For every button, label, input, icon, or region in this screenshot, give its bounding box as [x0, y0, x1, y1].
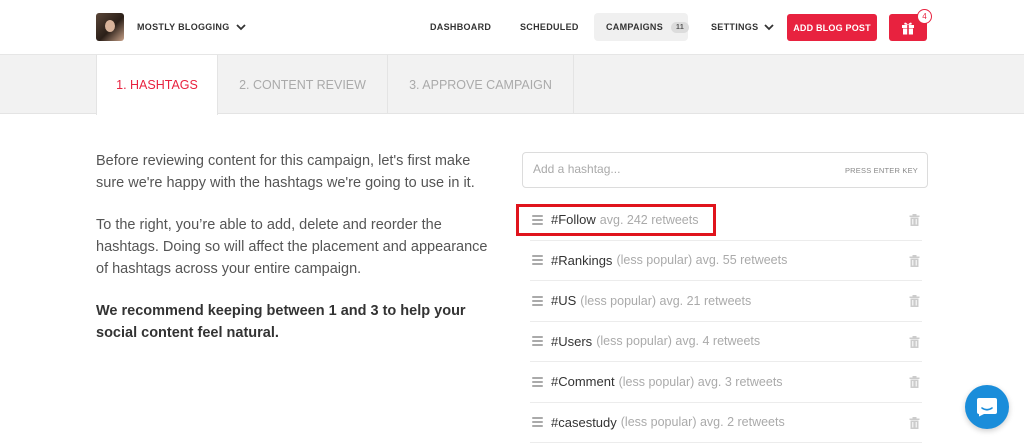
hashtag-stats: (less popular) avg. 2 retweets: [620, 415, 785, 430]
nav-campaigns[interactable]: CAMPAIGNS 11: [594, 13, 690, 41]
step-content-review[interactable]: 2. CONTENT REVIEW: [218, 55, 388, 114]
hashtag-stats: (less popular) avg. 21 retweets: [580, 293, 752, 308]
campaign-steps: 1. HASHTAGS 2. CONTENT REVIEW 3. APPROVE…: [0, 55, 1024, 115]
intro-text: Before reviewing content for this campai…: [96, 150, 496, 364]
hashtag-stats: (less popular) avg. 3 retweets: [618, 374, 783, 389]
chevron-down-icon: [235, 24, 246, 31]
trash-icon[interactable]: [909, 376, 920, 388]
gift-count-badge: 4: [917, 9, 932, 24]
trash-icon[interactable]: [909, 295, 920, 307]
hashtag-name: #Follow: [551, 212, 596, 228]
account-name: MOSTLY BLOGGING: [137, 22, 230, 32]
press-enter-hint: PRESS ENTER KEY: [844, 166, 918, 175]
drag-handle-icon[interactable]: [532, 376, 543, 387]
chevron-down-icon: [764, 24, 775, 31]
hashtag-name: #casestudy: [551, 414, 617, 430]
step-hashtags[interactable]: 1. HASHTAGS: [96, 55, 218, 115]
hashtag-name: #Rankings: [551, 252, 613, 268]
hashtag-name: #US: [551, 293, 577, 309]
hashtag-stats: (less popular) avg. 4 retweets: [596, 334, 761, 349]
intro-paragraph-2: To the right, you’re able to add, delete…: [96, 217, 488, 277]
account-switcher[interactable]: MOSTLY BLOGGING: [96, 13, 246, 41]
hashtag-name: #Users: [551, 333, 593, 349]
intro-recommendation: We recommend keeping between 1 and 3 to …: [96, 303, 466, 341]
trash-icon[interactable]: [909, 214, 920, 226]
trash-icon[interactable]: [909, 335, 920, 348]
trash-icon[interactable]: [909, 416, 920, 429]
nav-settings[interactable]: SETTINGS: [711, 13, 775, 41]
hashtag-row[interactable]: #Follow avg. 242 retweets: [530, 200, 922, 241]
hashtag-name: #Comment: [551, 374, 615, 390]
step-approve-campaign[interactable]: 3. APPROVE CAMPAIGN: [388, 55, 574, 114]
hashtag-row[interactable]: #US (less popular) avg. 21 retweets: [530, 281, 922, 322]
nav-settings-label: SETTINGS: [711, 22, 759, 32]
intro-paragraph-1: Before reviewing content for this campai…: [96, 153, 475, 191]
nav-scheduled[interactable]: SCHEDULED: [520, 13, 579, 41]
chat-icon: [977, 398, 997, 417]
hashtag-row[interactable]: #Comment (less popular) avg. 3 retweets: [530, 362, 922, 403]
hashtag-input-box: PRESS ENTER KEY: [522, 152, 928, 188]
hashtag-row[interactable]: #Rankings (less popular) avg. 55 retweet…: [530, 241, 922, 281]
hashtag-stats: avg. 242 retweets: [599, 212, 699, 227]
chat-button[interactable]: [965, 385, 1009, 429]
nav-dashboard[interactable]: DASHBOARD: [430, 13, 491, 41]
drag-handle-icon[interactable]: [532, 336, 543, 347]
trash-icon[interactable]: [909, 254, 920, 267]
hashtag-stats: (less popular) avg. 55 retweets: [616, 253, 788, 268]
drag-handle-icon[interactable]: [532, 255, 543, 266]
gift-icon: [902, 22, 914, 34]
top-navbar: MOSTLY BLOGGING DASHBOARD SCHEDULED CAMP…: [0, 0, 1024, 55]
drag-handle-icon[interactable]: [532, 295, 543, 306]
nav-campaigns-label: CAMPAIGNS: [606, 22, 664, 32]
drag-handle-icon[interactable]: [532, 214, 543, 225]
avatar: [96, 13, 124, 41]
hashtag-input[interactable]: [533, 162, 833, 176]
hashtag-list: #Follow avg. 242 retweets #Rankings (les…: [530, 200, 922, 443]
add-blog-post-button[interactable]: ADD BLOG POST: [787, 14, 877, 41]
hashtag-row[interactable]: #Users (less popular) avg. 4 retweets: [530, 322, 922, 362]
hashtag-row[interactable]: #casestudy (less popular) avg. 2 retweet…: [530, 403, 922, 443]
drag-handle-icon[interactable]: [532, 417, 543, 428]
campaigns-count-badge: 11: [671, 21, 690, 33]
